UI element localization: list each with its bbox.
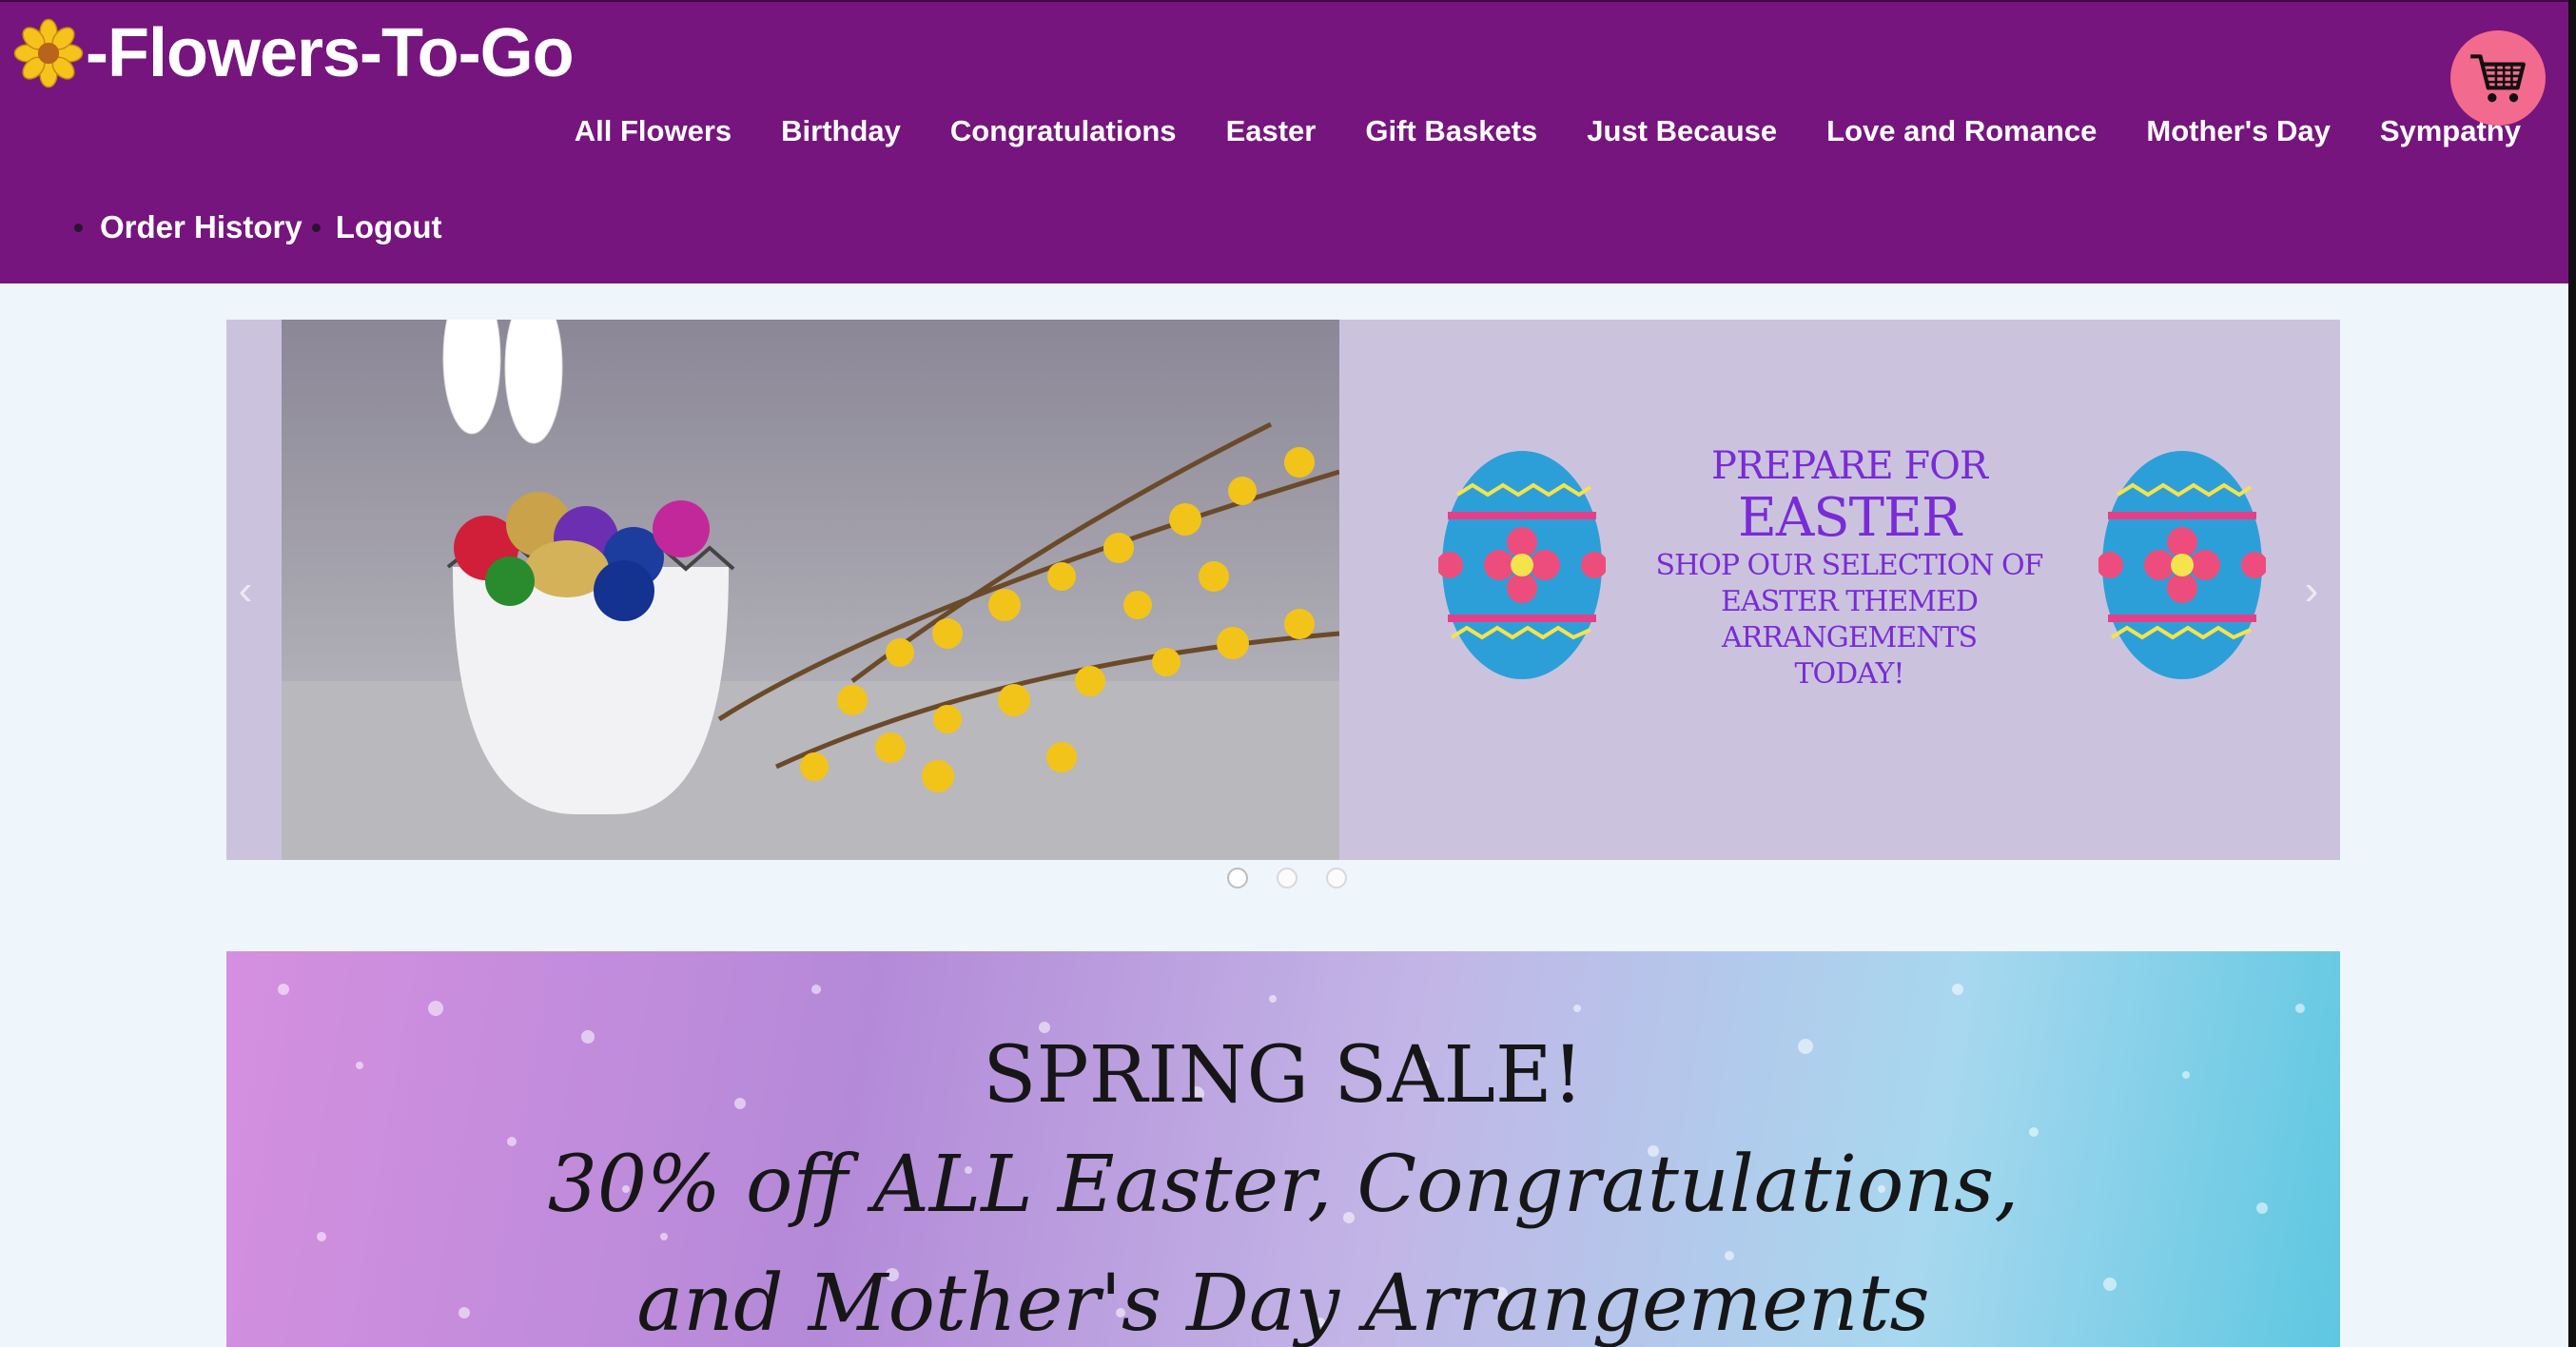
carousel-next-button[interactable]: › [2293, 557, 2331, 624]
promo-text: PREPARE FOR EASTER SHOP OUR SELECTION OF… [1621, 443, 2078, 693]
account-nav: Order History Logout [74, 209, 448, 245]
chevron-left-icon: ‹ [238, 567, 253, 614]
promo-line-4: EASTER THEMED ARRANGEMENTS [1721, 585, 1979, 654]
promo-line-5: TODAY! [1794, 657, 1905, 691]
carousel-dot[interactable] [1277, 868, 1298, 888]
promo-line-3: SHOP OUR SELECTION OF [1655, 549, 2044, 582]
cart-button[interactable] [2450, 30, 2546, 126]
sale-text: SPRING SALE! 30% off ALL Easter, Congrat… [226, 1024, 2340, 1347]
nav-congratulations[interactable]: Congratulations [950, 114, 1177, 148]
sale-line-3: and Mother's Day Arrangements [636, 1259, 1930, 1347]
nav-birthday[interactable]: Birthday [781, 114, 901, 148]
sale-headline: SPRING SALE! [983, 1030, 1584, 1121]
sale-line-2: 30% off ALL Easter, Congratulations, [547, 1140, 2020, 1230]
nav-mothers-day[interactable]: Mother's Day [2146, 114, 2330, 148]
nav-love-and-romance[interactable]: Love and Romance [1826, 114, 2097, 148]
carousel-slide-image [282, 320, 1339, 860]
hero-carousel: ‹ PREPARE FOR EASTER SHOP OUR SELECTION … [226, 320, 2340, 860]
carousel-dot[interactable] [1326, 868, 1347, 888]
cart-icon [2470, 54, 2526, 103]
chevron-right-icon: › [2304, 567, 2319, 614]
carousel-indicators [1227, 868, 1347, 888]
promo-line-2: EASTER [1737, 487, 1961, 549]
bullet [74, 223, 83, 232]
category-nav: All Flowers Birthday Congratulations Eas… [575, 114, 2521, 148]
flower-icon [13, 18, 84, 88]
nav-gift-baskets[interactable]: Gift Baskets [1365, 114, 1537, 148]
brand-logo[interactable]: -Flowers-To-Go [13, 15, 575, 91]
site-header: -Flowers-To-Go All Flowers Birthday Cong… [0, 0, 2568, 283]
bullet [311, 223, 321, 232]
easter-egg-image [2098, 451, 2266, 679]
order-history-link[interactable]: Order History [100, 209, 302, 245]
brand-name: -Flowers-To-Go [86, 15, 575, 91]
easter-egg-image [1438, 451, 1606, 679]
nav-just-because[interactable]: Just Because [1587, 114, 1777, 148]
carousel-prev-button[interactable]: ‹ [226, 557, 264, 624]
nav-all-flowers[interactable]: All Flowers [575, 114, 732, 148]
window-edge [2568, 0, 2576, 1347]
carousel-slide-promo[interactable]: PREPARE FOR EASTER SHOP OUR SELECTION OF… [1339, 320, 2340, 860]
nav-easter[interactable]: Easter [1226, 114, 1317, 148]
logout-link[interactable]: Logout [336, 209, 442, 245]
promo-line-1: PREPARE FOR [1710, 444, 1988, 488]
carousel-dot[interactable] [1227, 868, 1248, 888]
spring-sale-banner[interactable]: SPRING SALE! 30% off ALL Easter, Congrat… [226, 951, 2340, 1347]
